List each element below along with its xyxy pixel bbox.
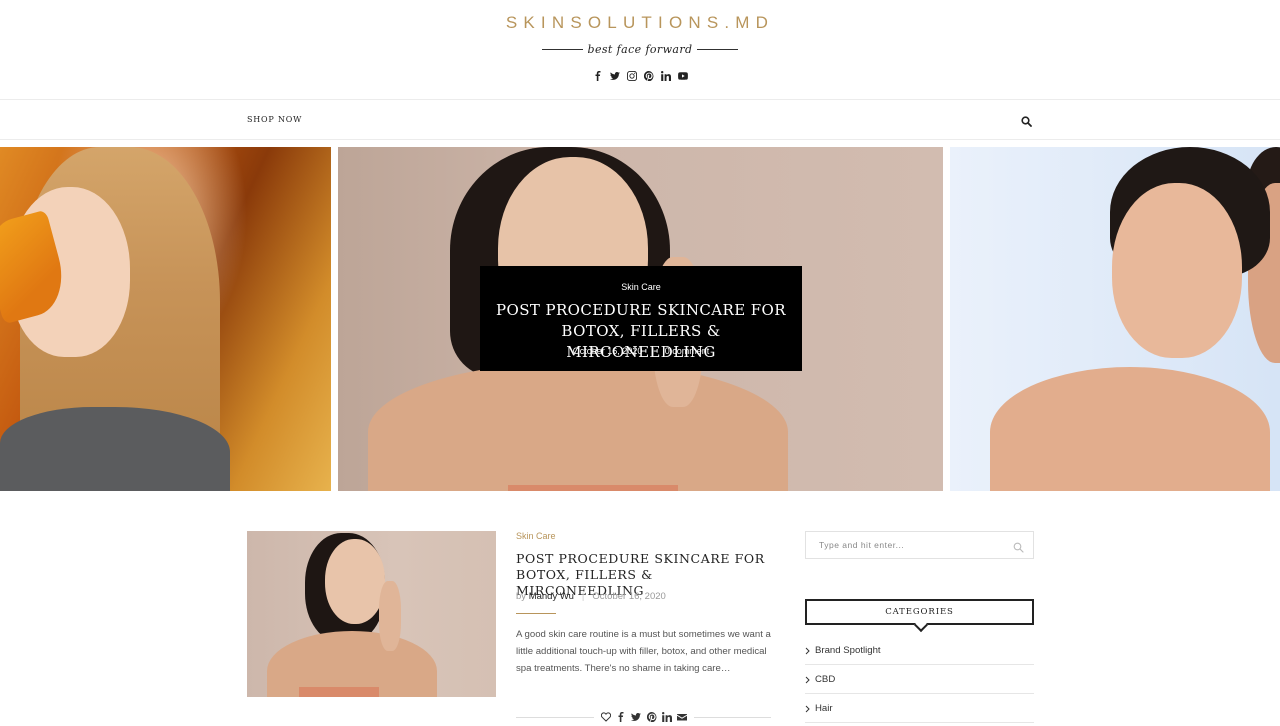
pinterest-icon[interactable] [643, 71, 654, 82]
post-excerpt: A good skin care routine is a must but s… [516, 629, 771, 674]
post-share-bar [516, 711, 771, 725]
post-thumbnail[interactable] [247, 531, 496, 697]
meta-separator: | [581, 591, 585, 602]
post-by: by [516, 591, 527, 602]
facebook-icon[interactable] [592, 71, 603, 82]
slide-category[interactable]: Skin Care [480, 282, 802, 292]
slide-comments[interactable]: 0 comment [665, 346, 710, 356]
search-icon[interactable] [1013, 540, 1024, 553]
post-date: October 16, 2020 [592, 591, 666, 602]
nav-shop-now[interactable]: SHOP NOW [247, 115, 302, 124]
tagline-row: best face forward [542, 41, 738, 57]
sidebar-search [805, 531, 1034, 559]
category-label[interactable]: Hair [815, 703, 833, 714]
slide-caption: Skin Care POST PROCEDURE SKINCARE FOR BO… [480, 266, 802, 371]
categories-title: CATEGORIES [885, 607, 954, 617]
pinterest-icon[interactable] [646, 711, 657, 722]
youtube-icon[interactable] [677, 71, 688, 82]
search-icon[interactable] [1021, 114, 1032, 127]
tagline-divider-right [697, 48, 738, 50]
instagram-icon[interactable] [626, 71, 637, 82]
search-input[interactable] [806, 532, 1006, 558]
post-meta: by Mandy Wu | October 16, 2020 [516, 591, 666, 602]
heading-notch [913, 617, 929, 633]
slide-autumn-woman[interactable] [0, 147, 331, 491]
facebook-icon[interactable] [615, 711, 626, 722]
slide-date: October 16, 2020 [572, 346, 643, 356]
category-item[interactable]: Hair [805, 694, 1034, 723]
category-item[interactable]: Brand Spotlight [805, 636, 1034, 665]
site-logo[interactable]: SKINSOLUTIONS.MD [0, 13, 1280, 33]
post-divider [516, 613, 556, 614]
category-label[interactable]: Brand Spotlight [815, 645, 881, 656]
meta-separator: | [652, 346, 655, 356]
heart-icon[interactable] [600, 711, 611, 722]
main-nav: SHOP NOW [0, 99, 1280, 140]
category-item[interactable]: CBD [805, 665, 1034, 694]
linkedin-icon[interactable] [662, 711, 673, 722]
twitter-icon[interactable] [631, 711, 642, 722]
chevron-right-icon [805, 647, 810, 655]
categories-list: Brand Spotlight CBD Hair [805, 636, 1034, 723]
post-author[interactable]: Mandy Wu [529, 591, 574, 602]
categories-heading: CATEGORIES [805, 599, 1034, 633]
email-icon[interactable] [677, 711, 688, 722]
category-label[interactable]: CBD [815, 674, 835, 685]
site-header: SKINSOLUTIONS.MD best face forward [0, 0, 1280, 100]
chevron-right-icon [805, 676, 810, 684]
slide-smiling-women[interactable] [950, 147, 1280, 491]
chevron-right-icon [805, 705, 810, 713]
tagline: best face forward [587, 42, 693, 56]
twitter-icon[interactable] [609, 71, 620, 82]
social-links [592, 70, 688, 82]
tagline-divider-left [542, 48, 583, 50]
slide-meta: October 16, 2020 | 0 comment [480, 346, 802, 356]
post-category[interactable]: Skin Care [516, 531, 556, 541]
linkedin-icon[interactable] [660, 71, 671, 82]
